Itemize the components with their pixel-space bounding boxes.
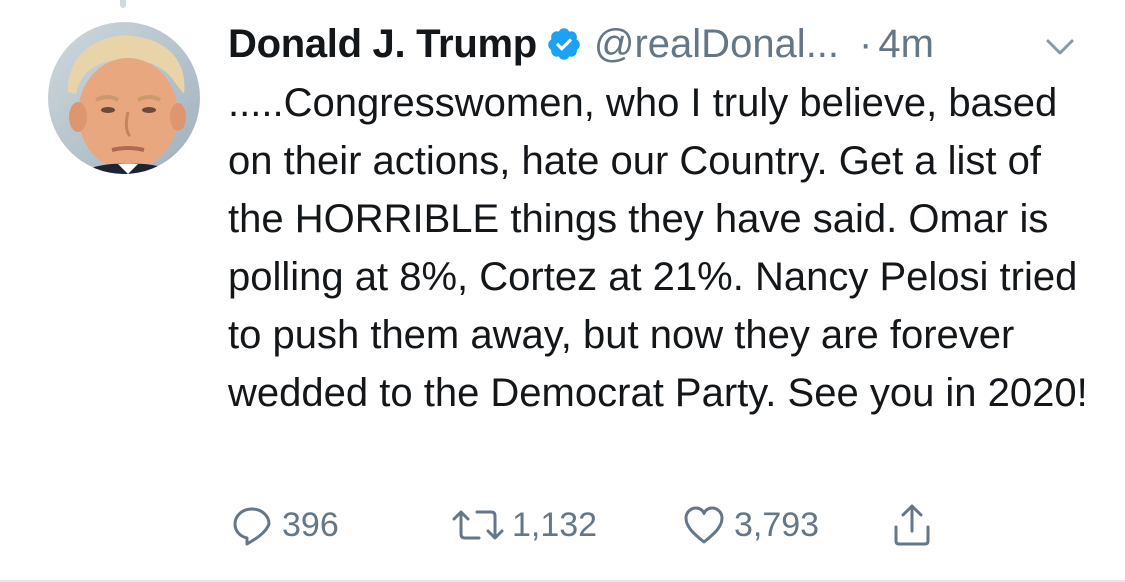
- verified-badge-icon: [546, 26, 582, 62]
- tweet-actions: 396 1,132 3,793: [228, 500, 988, 550]
- tweet[interactable]: Donald J. Trump @realDonal... · 4m .....…: [0, 0, 1125, 582]
- tweet-text: .....Congresswomen, who I truly believe,…: [228, 81, 1088, 415]
- retweet-button[interactable]: 1,132: [450, 500, 597, 550]
- author-name[interactable]: Donald J. Trump: [228, 22, 537, 67]
- tweet-timestamp[interactable]: 4m: [878, 22, 934, 67]
- heart-icon: [680, 501, 728, 549]
- share-icon: [888, 501, 936, 549]
- like-count: 3,793: [734, 505, 820, 544]
- author-handle[interactable]: @realDonal...: [594, 22, 839, 67]
- tweet-header: Donald J. Trump @realDonal... · 4m: [228, 14, 934, 74]
- thread-connector-line: [120, 0, 126, 8]
- avatar[interactable]: [48, 22, 200, 174]
- header-separator: ·: [859, 21, 873, 66]
- retweet-count: 1,132: [512, 505, 598, 544]
- avatar-image: [48, 22, 200, 174]
- retweet-icon: [450, 501, 506, 549]
- chevron-down-icon[interactable]: [1040, 26, 1080, 66]
- reply-count: 396: [282, 505, 339, 544]
- reply-button[interactable]: 396: [228, 500, 339, 550]
- like-button[interactable]: 3,793: [680, 500, 819, 550]
- share-button[interactable]: [888, 500, 936, 550]
- reply-icon: [228, 501, 276, 549]
